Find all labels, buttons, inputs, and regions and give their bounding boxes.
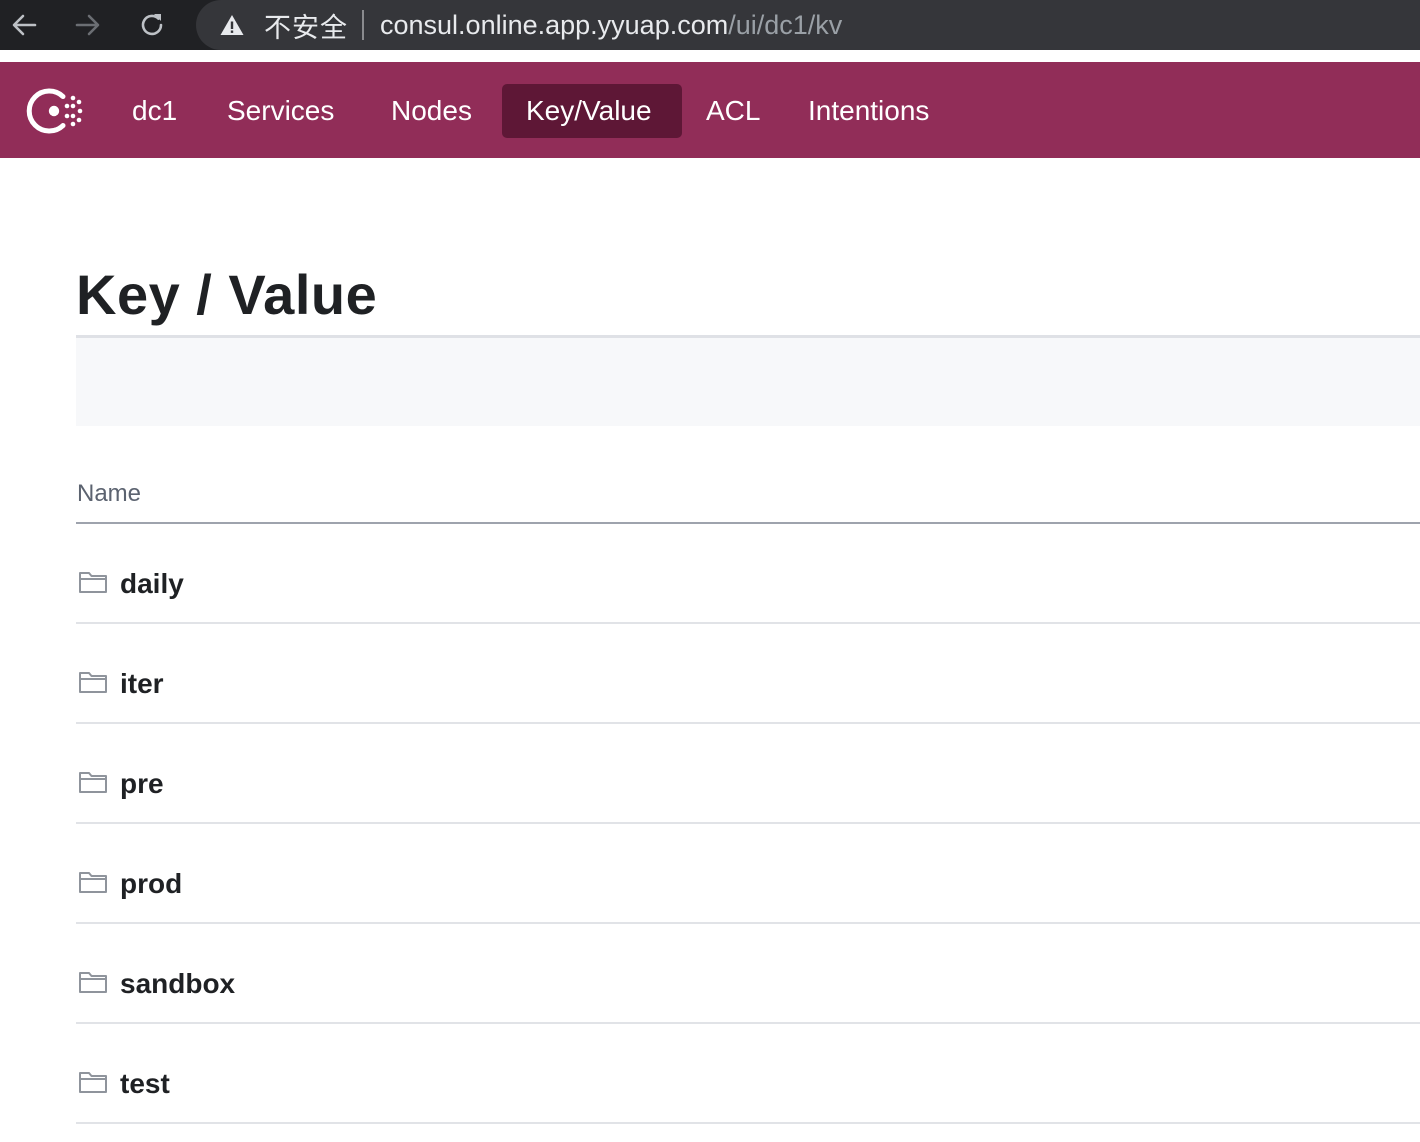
kv-row-sandbox[interactable]: sandbox bbox=[76, 924, 1420, 1024]
folder-icon bbox=[79, 572, 107, 593]
folder-icon bbox=[79, 1072, 107, 1093]
consul-logo-icon[interactable] bbox=[26, 83, 86, 139]
kv-row-test[interactable]: test bbox=[76, 1024, 1420, 1124]
url-path[interactable]: /ui/dc1/kv bbox=[728, 10, 842, 41]
arrow-right-icon bbox=[75, 14, 100, 36]
reload-icon bbox=[141, 14, 163, 36]
folder-icon bbox=[79, 672, 107, 693]
kv-row-label[interactable]: prod bbox=[120, 868, 182, 900]
kv-row-label[interactable]: daily bbox=[120, 568, 184, 600]
forward-button[interactable] bbox=[70, 7, 106, 43]
nav-datacenter[interactable]: dc1 bbox=[108, 84, 201, 138]
kv-row-label[interactable]: pre bbox=[120, 768, 164, 800]
kv-row-label[interactable]: iter bbox=[120, 668, 164, 700]
nav-nodes[interactable]: Nodes bbox=[367, 84, 496, 138]
kv-row-iter[interactable]: iter bbox=[76, 624, 1420, 724]
arrow-left-icon bbox=[12, 14, 37, 36]
address-bar-divider bbox=[362, 10, 364, 40]
kv-row-pre[interactable]: pre bbox=[76, 724, 1420, 824]
folder-icon bbox=[79, 772, 107, 793]
folder-icon bbox=[79, 972, 107, 993]
folder-icon bbox=[79, 872, 107, 893]
app-header: dc1 Services Nodes Key/Value ACL Intenti… bbox=[0, 62, 1420, 158]
nav-acl[interactable]: ACL bbox=[682, 84, 784, 138]
nav-services[interactable]: Services bbox=[203, 84, 358, 138]
url-host[interactable]: consul.online.app.yyuap.com bbox=[380, 10, 728, 41]
nav-intentions[interactable]: Intentions bbox=[784, 84, 953, 138]
nav-key-value[interactable]: Key/Value bbox=[502, 84, 682, 138]
search-toolbar bbox=[76, 338, 1420, 426]
warning-icon[interactable] bbox=[218, 12, 246, 38]
kv-row-label[interactable]: sandbox bbox=[120, 968, 235, 1000]
kv-row-prod[interactable]: prod bbox=[76, 824, 1420, 924]
security-status-label[interactable]: 不安全 bbox=[264, 6, 348, 45]
kv-row-daily[interactable]: daily bbox=[76, 524, 1420, 624]
address-bar[interactable]: 不安全 consul.online.app.yyuap.com/ui/dc1/k… bbox=[196, 0, 1420, 50]
back-button[interactable] bbox=[6, 7, 42, 43]
page-title: Key / Value bbox=[76, 263, 378, 326]
column-header-name[interactable]: Name bbox=[77, 480, 141, 508]
browser-toolbar: 不安全 consul.online.app.yyuap.com/ui/dc1/k… bbox=[0, 0, 1420, 50]
reload-button[interactable] bbox=[134, 7, 170, 43]
kv-list: daily iter pre prod sandbox test bbox=[76, 524, 1420, 1124]
kv-row-label[interactable]: test bbox=[120, 1068, 170, 1100]
